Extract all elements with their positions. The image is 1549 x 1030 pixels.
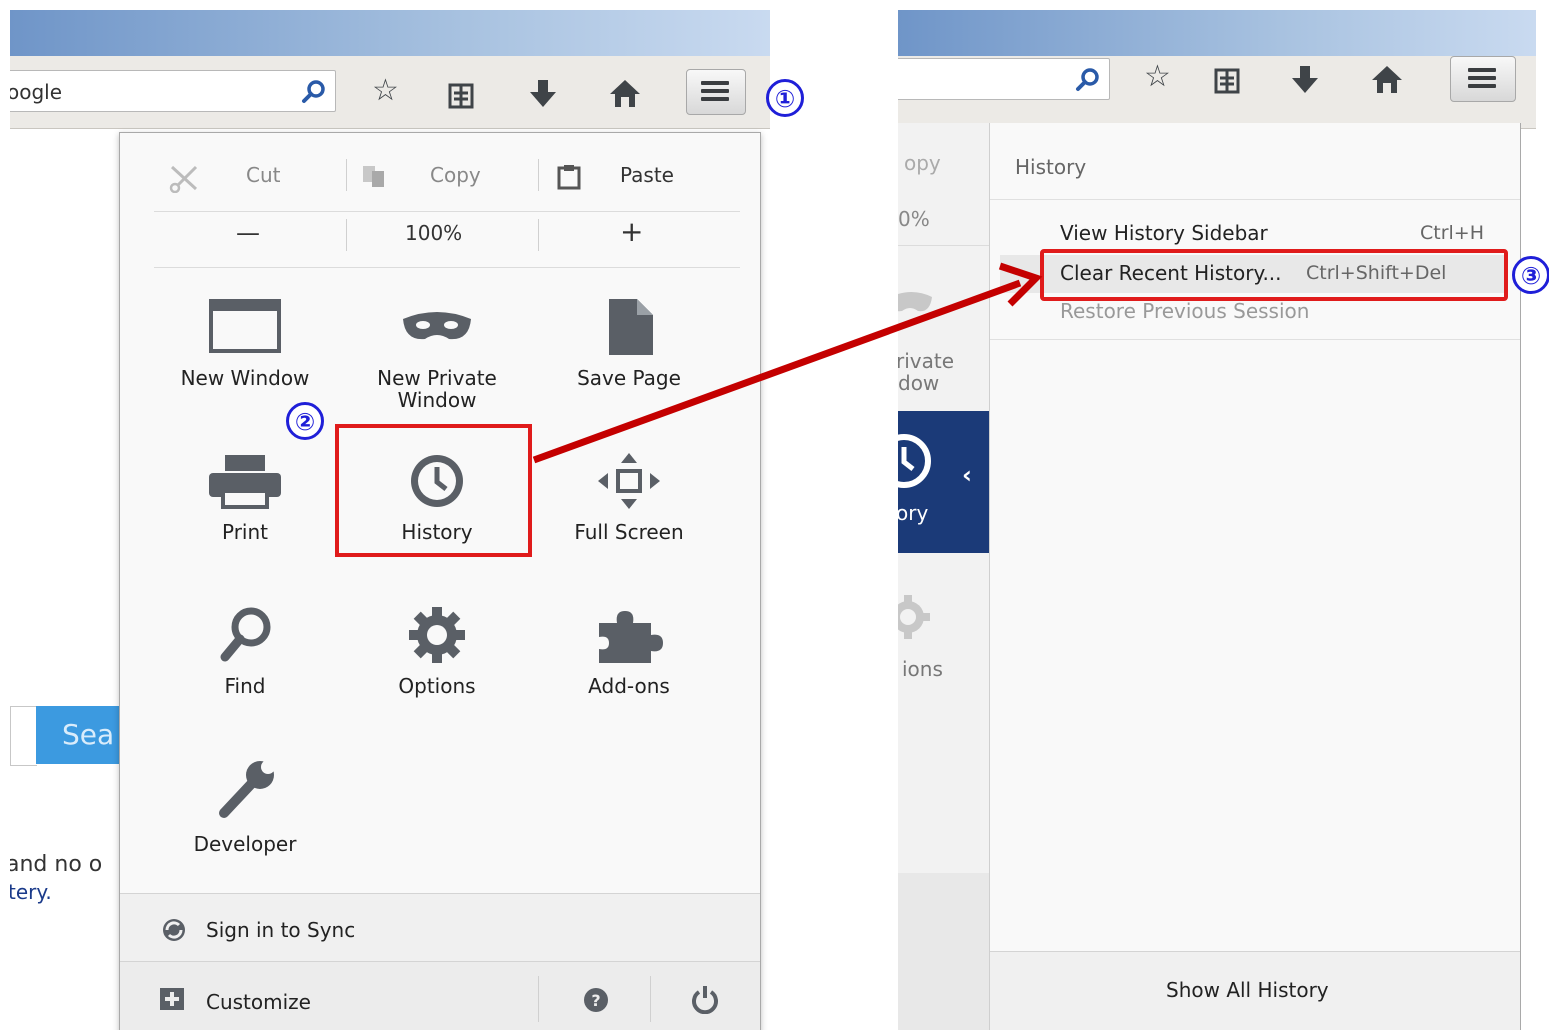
- connector-arrow: [532, 262, 1043, 464]
